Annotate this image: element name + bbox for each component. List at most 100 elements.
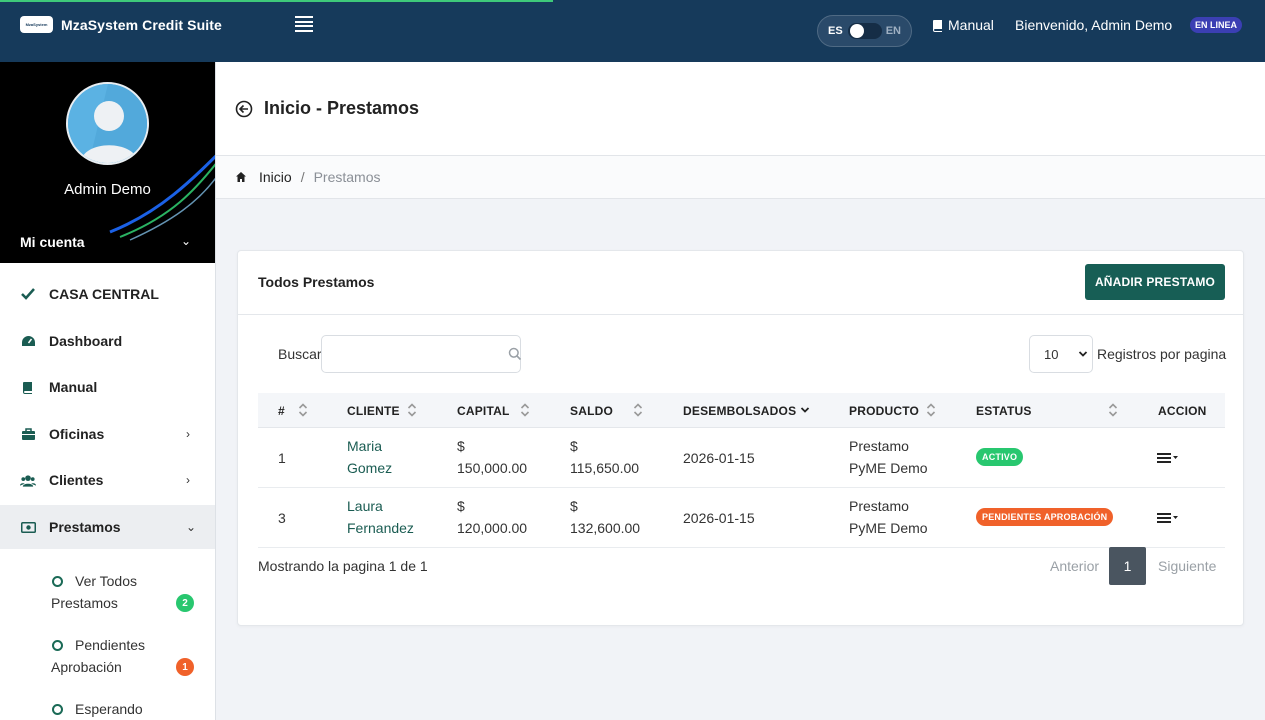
col-header-cliente[interactable]: CLIENTE [347, 404, 400, 418]
divider [238, 314, 1243, 315]
cell-capital: $120,000.00 [457, 498, 528, 536]
loans-card: Todos Prestamos AÑADIR PRESTAMO Buscar 1… [237, 250, 1244, 626]
home-icon[interactable] [235, 171, 247, 183]
actions-menu-icon[interactable] [1157, 451, 1179, 465]
brand[interactable]: MzaSystem MzaSystem Credit Suite [20, 16, 222, 33]
avatar[interactable] [66, 82, 149, 165]
language-switch[interactable] [848, 23, 882, 39]
sidebar-item-casa-central[interactable]: CASA CENTRAL [0, 272, 215, 316]
breadcrumb-home[interactable]: Inicio [259, 169, 292, 185]
chevron-right-icon: › [186, 427, 190, 441]
card-title: Todos Prestamos [258, 274, 375, 290]
table-row: 1 Maria Gomez $150,000.00 $115,650.00 202… [258, 428, 1225, 488]
cell-date: 2026-01-15 [683, 510, 755, 526]
users-icon [20, 472, 36, 488]
count-badge: 2 [176, 594, 194, 612]
sort-icon[interactable] [1108, 402, 1118, 418]
cell-product: Prestamo PyME Demo [849, 498, 928, 536]
sidebar-item-prestamos[interactable]: Prestamos ⌄ [0, 505, 215, 549]
manual-label: Manual [948, 17, 994, 33]
cell-saldo: $115,650.00 [570, 438, 640, 476]
online-status-badge: EN LINEA [1190, 17, 1243, 33]
dashboard-icon [20, 333, 36, 349]
table-row: 3 Laura Fernandez $120,000.00 $132,600.00… [258, 488, 1225, 548]
top-bar: MzaSystem MzaSystem Credit Suite ES EN M… [0, 0, 1265, 62]
user-name: Admin Demo [64, 181, 151, 198]
sort-icon[interactable] [520, 402, 530, 418]
subitem-label-line1: Pendientes [75, 637, 146, 653]
back-arrow-icon[interactable] [235, 100, 253, 118]
cell-id: 3 [278, 510, 286, 526]
app-name: MzaSystem Credit Suite [61, 16, 222, 33]
cell-client-link[interactable]: Maria Gomez [347, 435, 392, 479]
col-header-accion: ACCION [1158, 404, 1207, 418]
app-logo: MzaSystem [20, 16, 53, 33]
language-toggle[interactable]: ES EN [817, 15, 912, 47]
sidebar-item-dashboard[interactable]: Dashboard [0, 319, 215, 363]
profile-panel: Admin Demo Mi cuenta ⌄ [0, 62, 215, 263]
status-badge: PENDIENTES APROBACIÓN [976, 508, 1114, 526]
book-icon [933, 19, 942, 32]
subitem-label-line1: Esperando [75, 701, 143, 717]
cell-id: 1 [278, 450, 286, 466]
col-header-saldo[interactable]: SALDO [570, 404, 613, 418]
loading-progress-bar [0, 0, 553, 2]
user-silhouette-icon [68, 84, 147, 163]
cell-capital: $150,000.00 [457, 438, 528, 476]
lang-es-label: ES [828, 25, 843, 37]
col-header-capital[interactable]: CAPITAL [457, 404, 510, 418]
lang-en-label: EN [885, 25, 901, 37]
breadcrumb-current: Prestamos [313, 169, 381, 185]
sidebar-item-manual[interactable]: Manual [0, 365, 215, 409]
breadcrumb: Inicio / Prestamos [216, 156, 1265, 199]
circle-icon [52, 576, 63, 587]
chevron-down-icon: ⌄ [186, 520, 197, 534]
manual-link[interactable]: Manual [932, 17, 994, 33]
book-icon [20, 379, 36, 395]
search-label: Buscar [278, 346, 322, 362]
cell-date: 2026-01-15 [683, 450, 755, 466]
chevron-down-icon[interactable]: ⌄ [181, 234, 191, 248]
cell-client-link[interactable]: Laura Fernandez [347, 495, 414, 539]
pagination-next[interactable]: Siguiente [1158, 558, 1216, 574]
status-badge: ACTIVO [976, 448, 1024, 466]
sort-icon[interactable] [633, 402, 643, 418]
add-loan-button[interactable]: AÑADIR PRESTAMO [1085, 264, 1225, 300]
circle-icon [52, 704, 63, 715]
col-header-producto[interactable]: PRODUCTO [849, 404, 919, 418]
my-account-toggle[interactable]: Mi cuenta [20, 234, 85, 250]
sidebar-item-clientes[interactable]: Clientes › [0, 458, 215, 502]
count-badge: 1 [176, 658, 194, 676]
check-icon [20, 286, 36, 302]
col-header-desembolsados[interactable]: DESEMBOLSADOS [683, 404, 796, 418]
sort-desc-icon[interactable] [800, 402, 810, 418]
sidebar-item-label: CASA CENTRAL [49, 286, 159, 302]
circle-icon [52, 640, 63, 651]
money-icon [20, 519, 36, 535]
sidebar-item-label: Dashboard [49, 333, 123, 349]
sidebar-item-oficinas[interactable]: Oficinas › [0, 412, 215, 456]
page-header: Inicio - Prestamos [216, 62, 1265, 156]
page-size-select[interactable]: 10 [1029, 335, 1093, 373]
welcome-text[interactable]: Bienvenido, Admin Demo [1015, 17, 1172, 33]
sidebar-subitem-esperando[interactable]: Esperando [51, 698, 201, 720]
col-header-id[interactable]: # [278, 404, 285, 418]
sidebar-item-label: Manual [49, 379, 98, 395]
search-input[interactable] [321, 335, 521, 373]
sort-icon[interactable] [298, 402, 308, 418]
cell-saldo: $132,600.00 [570, 498, 641, 536]
chevron-right-icon: › [186, 473, 190, 487]
loans-table: # CLIENTE CAPITAL SALDO DESEMBOLSADOS PR… [258, 393, 1225, 548]
menu-toggle-icon[interactable] [295, 16, 313, 32]
actions-menu-icon[interactable] [1157, 511, 1179, 525]
search-icon [508, 347, 522, 361]
page-title: Inicio - Prestamos [264, 98, 420, 118]
col-header-estatus[interactable]: ESTATUS [976, 404, 1032, 418]
sidebar-item-label: Prestamos [49, 519, 121, 535]
pagination-previous[interactable]: Anterior [1050, 558, 1099, 574]
pagination-page-1[interactable]: 1 [1109, 547, 1146, 585]
sidebar-item-label: Oficinas [49, 426, 105, 442]
sidebar: Admin Demo Mi cuenta ⌄ CASA CENTRAL Dash… [0, 62, 216, 720]
sort-icon[interactable] [926, 402, 936, 418]
sort-icon[interactable] [407, 402, 417, 418]
